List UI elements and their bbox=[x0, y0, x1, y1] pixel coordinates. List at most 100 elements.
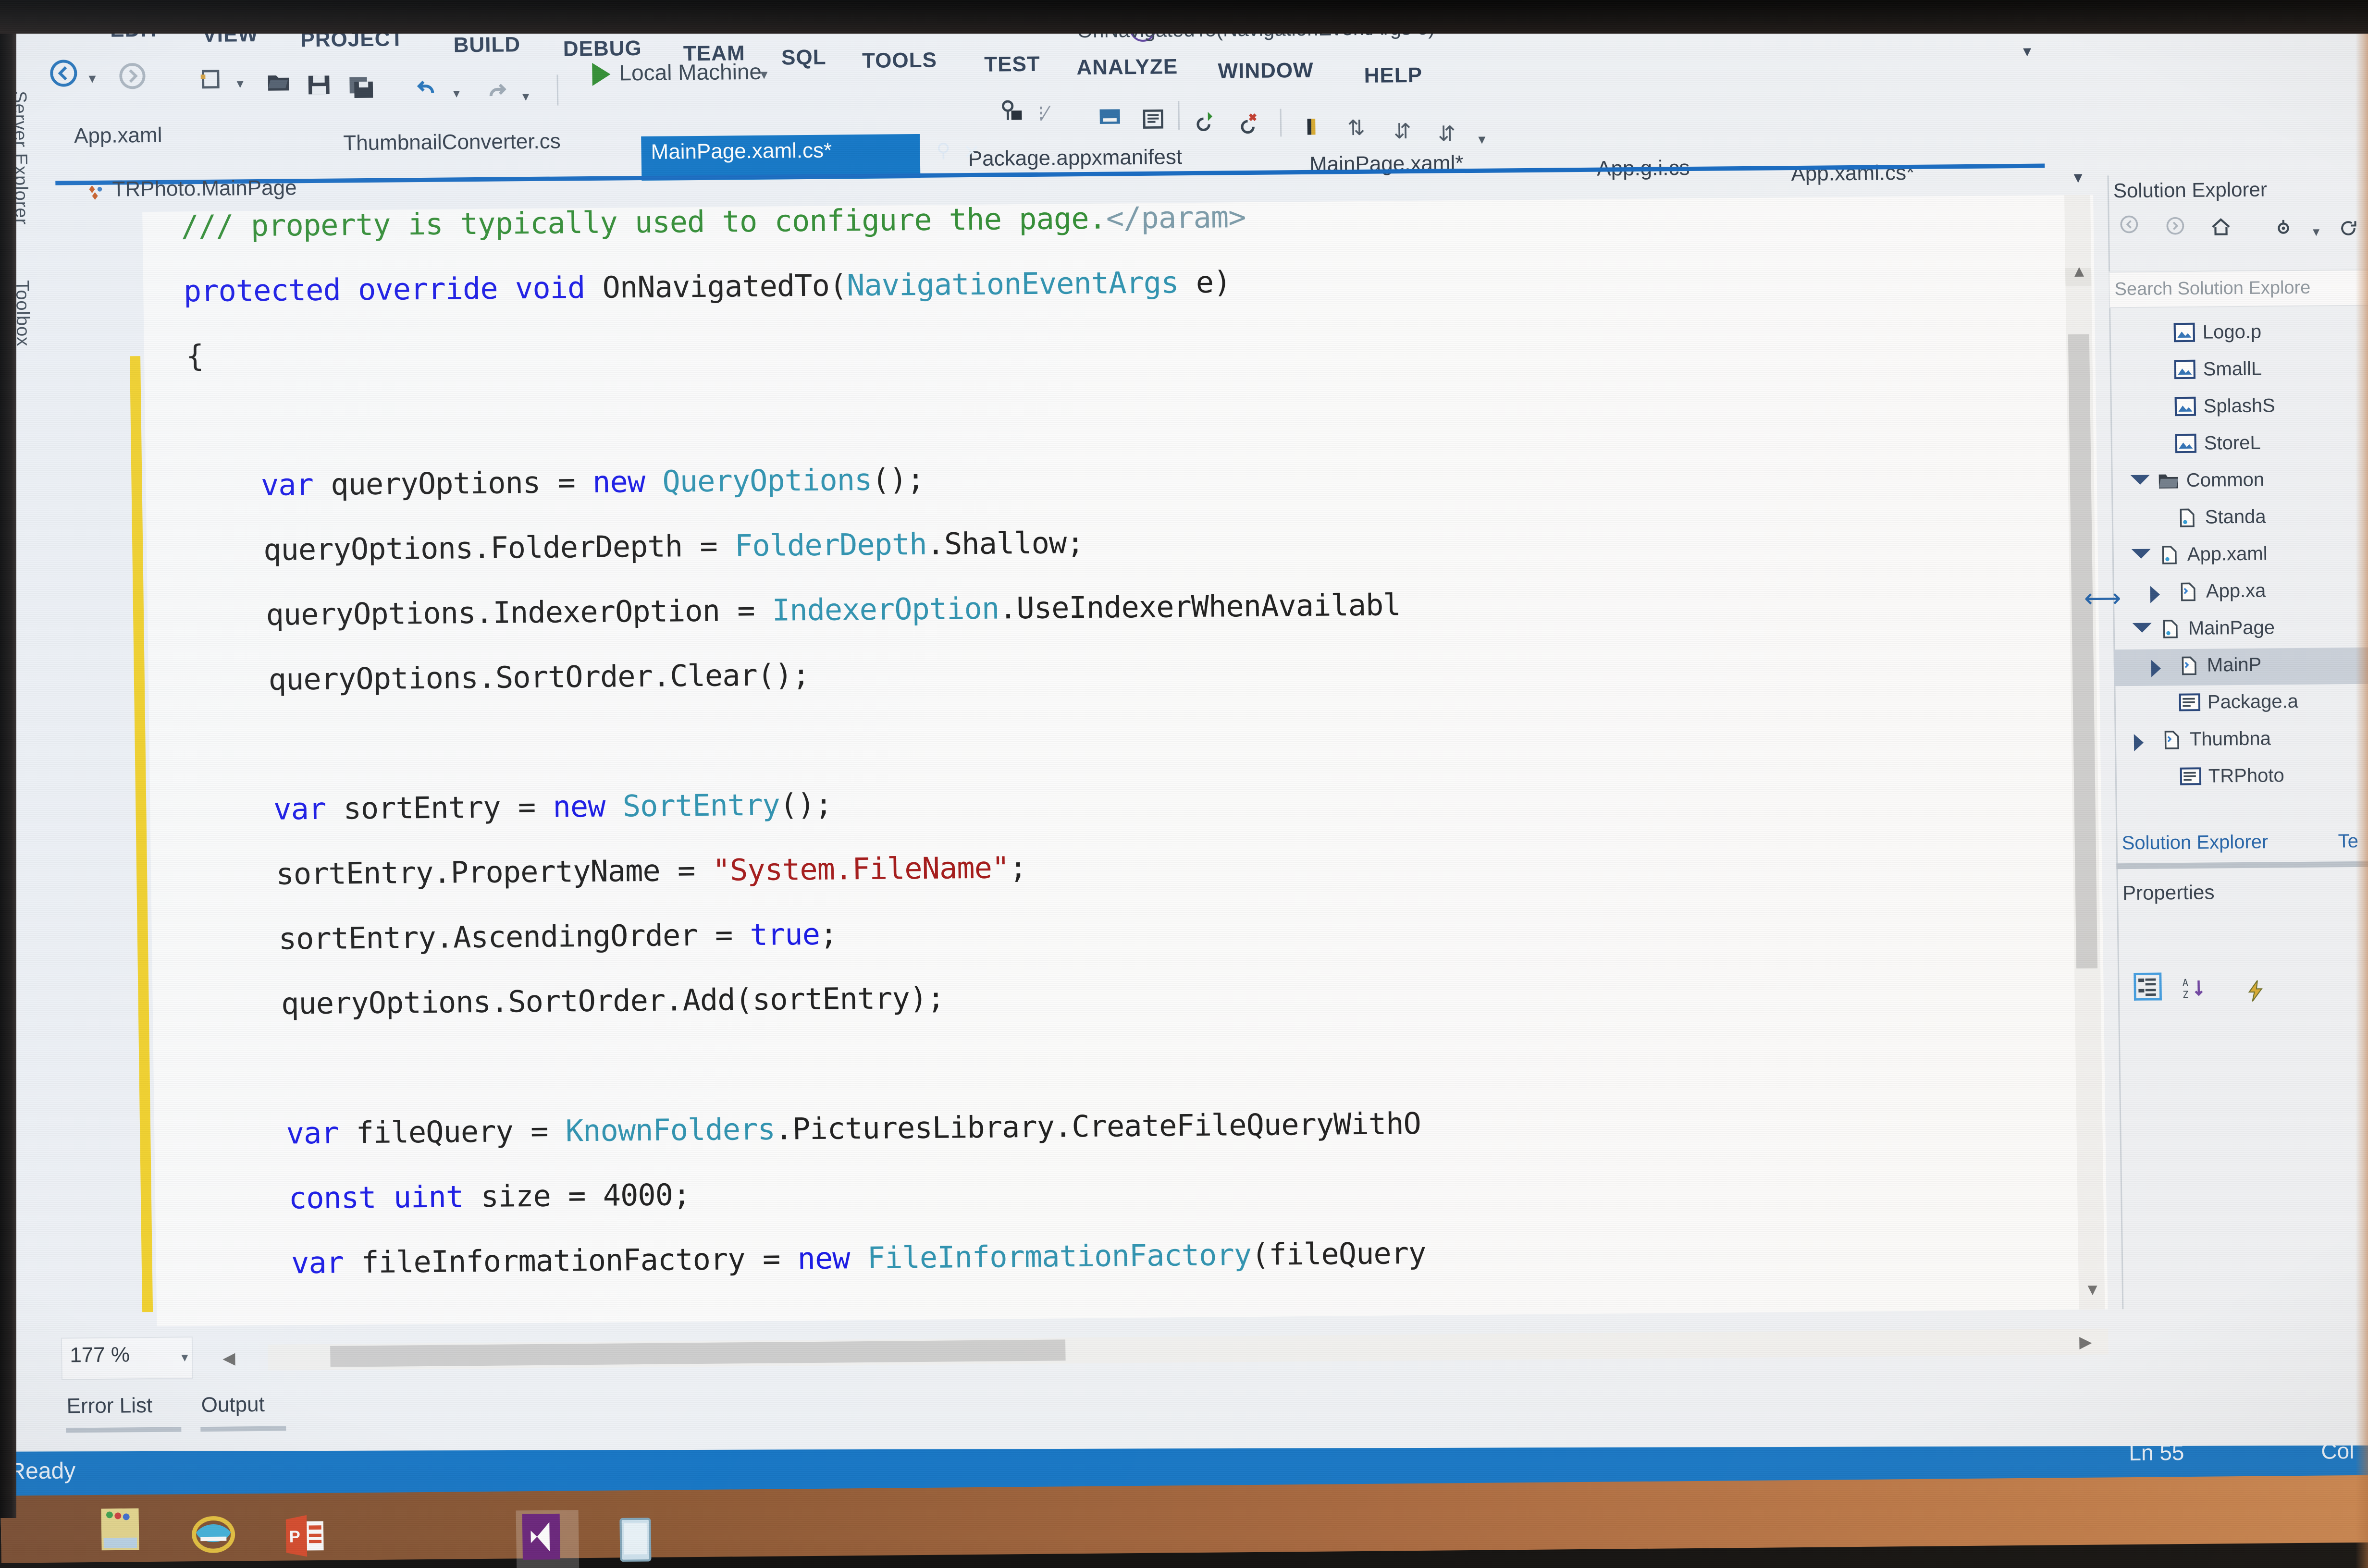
list-item[interactable]: StoreL bbox=[2110, 425, 2368, 465]
code-line: queryOptions.IndexerOption = IndexerOpti… bbox=[196, 587, 1401, 633]
chevron-right-icon[interactable] bbox=[2150, 586, 2160, 603]
code-line: { bbox=[186, 338, 204, 373]
list-item[interactable]: App.xaml bbox=[2112, 536, 2368, 576]
code-line: queryOptions.FolderDepth = FolderDepth.S… bbox=[193, 525, 1084, 568]
list-item[interactable]: TRPhoto bbox=[2115, 758, 2368, 797]
code-token: .Shallow; bbox=[926, 525, 1085, 562]
code-line: protected override void OnNavigatedTo(Na… bbox=[183, 264, 1231, 308]
code-line: var fileInformationFactory = new FileInf… bbox=[221, 1236, 1426, 1281]
tab-thumbnailconverter-cs[interactable]: ThumbnailConverter.cs bbox=[343, 129, 561, 155]
undo-dropdown-icon[interactable]: ▾ bbox=[453, 85, 460, 101]
categorized-icon[interactable] bbox=[2133, 972, 2162, 1003]
code-line: var fileQuery = KnownFolders.PicturesLib… bbox=[216, 1106, 1421, 1152]
scroll-left-icon[interactable]: ◀ bbox=[222, 1348, 235, 1368]
list-item[interactable]: Standa bbox=[2111, 499, 2368, 539]
navigate-back-dropdown-icon[interactable]: ▾ bbox=[88, 70, 96, 87]
open-file-icon[interactable] bbox=[264, 68, 293, 99]
tab-output[interactable]: Output bbox=[201, 1393, 265, 1417]
properties-title: Properties bbox=[2122, 881, 2215, 905]
save-icon[interactable] bbox=[305, 71, 333, 102]
chevron-right-icon[interactable] bbox=[2134, 734, 2144, 751]
list-item[interactable]: Package.a bbox=[2114, 684, 2368, 723]
code-editor[interactable]: /// property is typically used to config… bbox=[142, 195, 2108, 1326]
list-item-label: MainPage bbox=[2188, 617, 2275, 639]
taskbar-visual-studio-icon[interactable] bbox=[516, 1510, 580, 1568]
redo-icon[interactable] bbox=[482, 78, 509, 107]
zoom-chevron-down-icon[interactable]: ▾ bbox=[181, 1349, 188, 1365]
scroll-down-icon[interactable]: ▼ bbox=[2084, 1281, 2101, 1299]
chevron-down-icon[interactable] bbox=[2130, 475, 2150, 485]
folder-icon bbox=[2158, 471, 2179, 490]
code-token: IndexerOption bbox=[772, 590, 999, 628]
tab-error-list[interactable]: Error List bbox=[66, 1394, 152, 1419]
list-item-label: StoreL bbox=[2204, 432, 2261, 454]
sync-chevron-down-icon[interactable]: ▾ bbox=[2313, 224, 2319, 240]
list-item[interactable]: Thumbna bbox=[2114, 721, 2368, 760]
tab-mainpage-xaml-cs[interactable]: MainPage.xaml.cs* bbox=[651, 139, 832, 164]
chevron-right-icon[interactable] bbox=[2151, 660, 2161, 677]
undo-icon[interactable] bbox=[414, 75, 442, 104]
new-project-icon[interactable] bbox=[197, 65, 225, 96]
code-token: FolderDepth bbox=[734, 526, 927, 564]
list-item-label: App.xaml bbox=[2187, 543, 2268, 565]
code-token: ; bbox=[1009, 850, 1027, 885]
list-item[interactable]: Logo.p bbox=[2109, 314, 2368, 354]
code-token: fileInformationFactory = bbox=[360, 1241, 798, 1280]
list-item-label: App.xa bbox=[2206, 580, 2266, 602]
code-token: (fileQuery bbox=[1251, 1235, 1426, 1272]
new-project-dropdown-icon[interactable]: ▾ bbox=[236, 75, 243, 91]
image-icon bbox=[2174, 359, 2196, 380]
navigate-back-icon[interactable] bbox=[49, 59, 78, 90]
list-item-label: TRPhoto bbox=[2208, 765, 2285, 787]
code-token: .UseIndexerWhenAvailabl bbox=[999, 587, 1401, 626]
code-token: queryOptions.SortOrder.Clear(); bbox=[198, 657, 810, 698]
code-token: { bbox=[185, 338, 204, 374]
code-token: new bbox=[592, 464, 663, 500]
list-item-label: Package.a bbox=[2207, 690, 2299, 713]
list-item[interactable]: Common bbox=[2111, 462, 2368, 502]
code-line: sortEntry.AscendingOrder = true; bbox=[209, 917, 838, 957]
taskbar-powerpoint-icon[interactable]: P bbox=[280, 1509, 343, 1568]
chevron-down-icon[interactable]: ▾ bbox=[760, 66, 768, 83]
tab-solution-explorer[interactable]: Solution Explorer bbox=[2121, 832, 2268, 855]
close-tab-icon[interactable]: ✕ bbox=[963, 140, 980, 164]
navigation-type-label[interactable]: TRPhoto.MainPage bbox=[112, 176, 297, 201]
home-icon[interactable] bbox=[2210, 216, 2232, 240]
list-item[interactable]: MainP bbox=[2113, 647, 2368, 686]
tab-app-xaml[interactable]: App.xaml bbox=[74, 123, 162, 148]
taskbar-sticky-notes-icon[interactable] bbox=[95, 1503, 158, 1565]
search-input[interactable]: Search Solution Explore bbox=[2114, 278, 2310, 300]
list-item[interactable]: MainPage bbox=[2113, 610, 2368, 649]
run-icon[interactable] bbox=[592, 62, 611, 86]
debug-target-label[interactable]: Local Machine bbox=[619, 59, 762, 86]
code-token: size = 4000; bbox=[480, 1177, 691, 1214]
xaml-icon bbox=[2159, 619, 2181, 638]
manifest-icon bbox=[2180, 767, 2202, 786]
scroll-right-icon[interactable]: ▶ bbox=[2079, 1333, 2092, 1352]
scroll-up-icon[interactable]: ▲ bbox=[2071, 262, 2087, 281]
taskbar-tablet-device-icon[interactable] bbox=[610, 1513, 674, 1568]
chevron-down-icon[interactable] bbox=[2131, 549, 2151, 559]
events-icon[interactable] bbox=[2243, 979, 2268, 1006]
code-token: .PicturesLibrary.CreateFileQueryWithO bbox=[775, 1105, 1421, 1147]
list-item[interactable]: SmallL bbox=[2109, 351, 2368, 391]
document-tab-strip: App.xaml ThumbnailConverter.cs MainPage.… bbox=[55, 100, 2083, 187]
taskbar-internet-explorer-icon[interactable] bbox=[187, 1506, 250, 1568]
navigate-forward-icon[interactable] bbox=[118, 62, 147, 93]
svg-text:A: A bbox=[2183, 977, 2189, 988]
back-icon[interactable] bbox=[2119, 214, 2140, 237]
code-token: queryOptions.SortOrder.Add(sortEntry); bbox=[211, 980, 945, 1022]
forward-icon[interactable] bbox=[2165, 215, 2186, 239]
list-item[interactable]: SplashS bbox=[2110, 388, 2368, 428]
navigation-right-chevron-down-icon[interactable]: ▾ bbox=[2023, 42, 2032, 61]
alphabetical-icon[interactable]: AZ bbox=[2181, 975, 2208, 1004]
tab-overflow-chevron-down-icon[interactable]: ▾ bbox=[2073, 167, 2083, 187]
sync-with-active-document-icon[interactable] bbox=[2272, 216, 2295, 241]
code-token: (); bbox=[871, 461, 925, 497]
chevron-down-icon[interactable] bbox=[2132, 623, 2152, 633]
code-token: e) bbox=[1178, 264, 1231, 300]
pin-tab-icon[interactable]: ⚲ bbox=[936, 139, 950, 161]
save-all-icon[interactable] bbox=[347, 74, 375, 104]
list-item[interactable]: App.xa bbox=[2112, 573, 2368, 612]
redo-dropdown-icon[interactable]: ▾ bbox=[522, 88, 529, 104]
